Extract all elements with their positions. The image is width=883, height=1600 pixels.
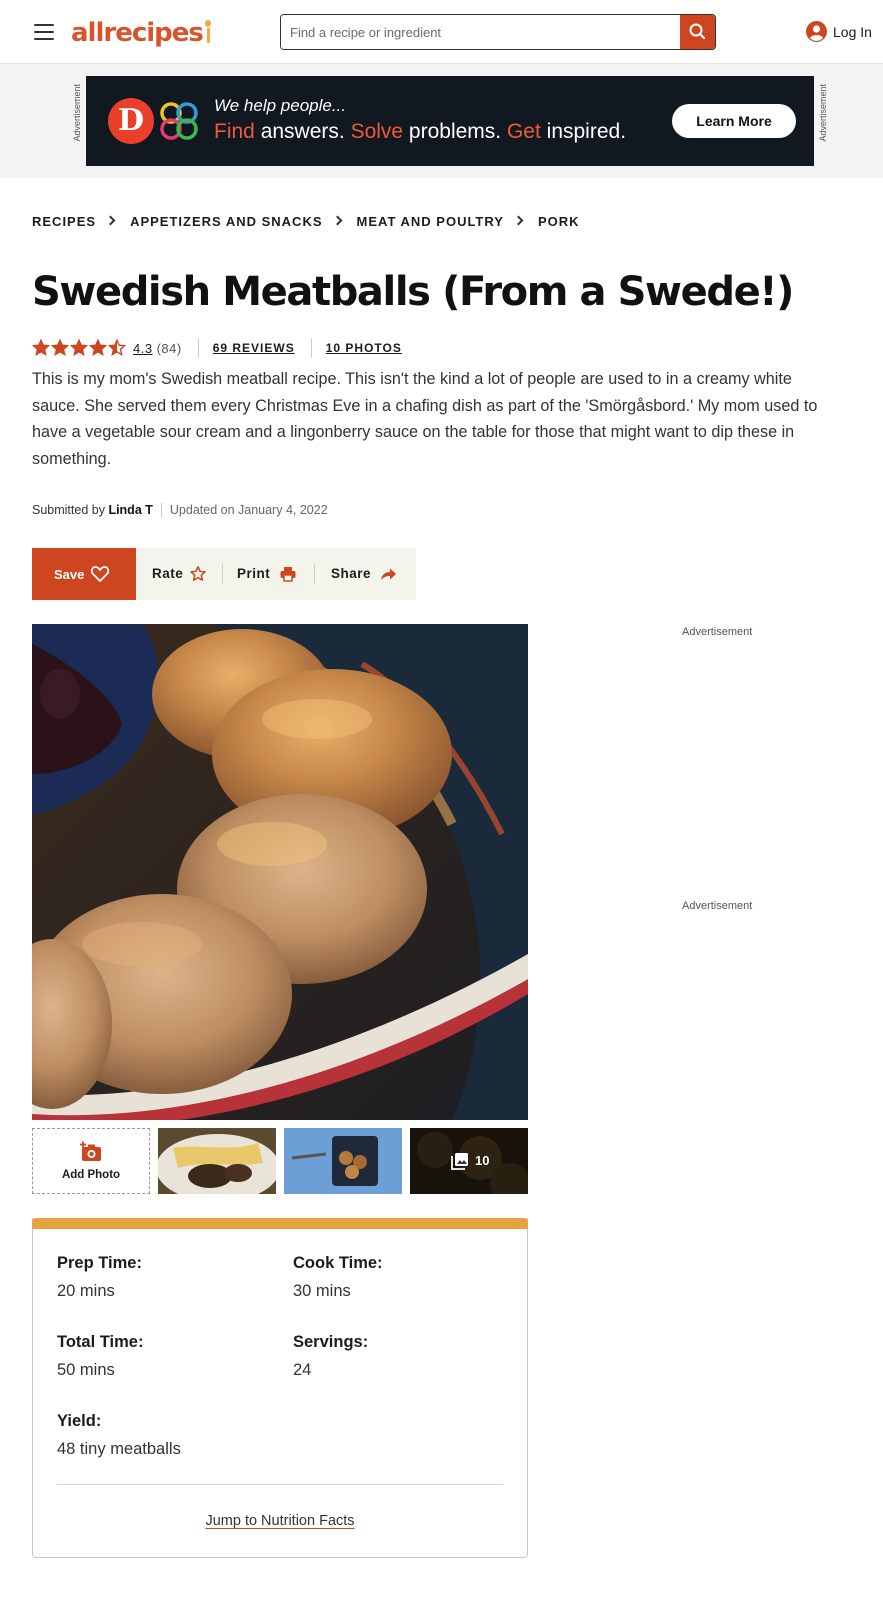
menu-icon[interactable]: [34, 24, 54, 40]
yield: Yield: 48 tiny meatballs: [57, 1412, 181, 1459]
reviews-link[interactable]: 69 REVIEWS: [213, 341, 295, 355]
recipe-photo[interactable]: [32, 624, 528, 1120]
printer-icon: [280, 567, 296, 582]
divider: [160, 503, 162, 519]
print-label: Print: [237, 566, 271, 581]
author-link[interactable]: Linda T: [108, 503, 152, 517]
more-photos-overlay: [410, 1128, 528, 1194]
details-accent-bar: [32, 1218, 528, 1229]
thumbnail-image: [158, 1128, 276, 1194]
cook-time-label: Cook Time:: [293, 1254, 383, 1272]
ad-headline: Find answers. Solve problems. Get inspir…: [214, 120, 627, 143]
action-bar: Save Rate Print Share: [32, 548, 416, 600]
servings: Servings: 24: [293, 1333, 368, 1380]
user-icon: [806, 21, 827, 42]
breadcrumb: RECIPES APPETIZERS AND SNACKS MEAT AND POU…: [32, 213, 580, 231]
ad-learn-more-button[interactable]: Learn More: [672, 104, 796, 138]
breadcrumb-pork[interactable]: PORK: [538, 214, 580, 229]
total-time: Total Time: 50 mins: [57, 1333, 143, 1380]
ad-tagline: We help people...: [214, 96, 346, 115]
recipe-details-card: Prep Time: 20 mins Cook Time: 30 mins To…: [32, 1218, 528, 1558]
search-input[interactable]: [281, 15, 681, 49]
star-rating[interactable]: [32, 338, 127, 357]
servings-label: Servings:: [293, 1333, 369, 1351]
star-icon: [51, 338, 69, 356]
ad-brand-logo-icon: D: [108, 98, 154, 144]
page-title: Swedish Meatballs (From a Swede!): [32, 269, 794, 315]
ad-banner[interactable]: D We help people... Find answers. Solve …: [86, 76, 814, 166]
thumbnail-more-photos[interactable]: 10: [410, 1128, 528, 1194]
star-icon: [89, 338, 107, 356]
star-outline-icon: [190, 566, 206, 581]
search-bar: [280, 14, 716, 50]
total-time-value: 50 mins: [57, 1361, 115, 1379]
divider: [310, 338, 312, 358]
more-photos-count: 10: [475, 1153, 490, 1168]
yield-label: Yield:: [57, 1412, 102, 1430]
photos-link[interactable]: 10 PHOTOS: [326, 341, 402, 355]
divider: [57, 1484, 503, 1485]
divider: [197, 338, 199, 358]
servings-value: 24: [293, 1361, 312, 1379]
updated-date: Updated on January 4, 2022: [169, 503, 328, 517]
star-icon: [70, 338, 88, 356]
share-button[interactable]: Share: [315, 548, 415, 600]
ad-label-right: Advertisement: [818, 84, 828, 142]
rating-count: (84): [156, 340, 182, 356]
logo-text: allrecipes: [71, 18, 204, 48]
thumbnail-photo-2[interactable]: [284, 1128, 402, 1194]
jump-to-nutrition-link[interactable]: Jump to Nutrition Facts: [33, 1513, 527, 1529]
login-label: Log In: [833, 24, 872, 40]
ad-knot-logo-icon: [160, 102, 198, 140]
site-header: allrecipes Log In: [0, 0, 883, 64]
byline-prefix: Submitted by: [32, 503, 109, 517]
allrecipes-logo[interactable]: allrecipes: [71, 18, 213, 48]
chevron-right-icon: [105, 215, 116, 226]
chevron-right-icon: [513, 215, 524, 226]
chevron-right-icon: [332, 215, 342, 226]
save-button[interactable]: Save: [32, 548, 136, 600]
ad-label-left: Advertisement: [72, 84, 82, 142]
share-arrow-icon: [381, 568, 396, 580]
camera-plus-icon: [80, 1141, 101, 1161]
breadcrumb-recipes[interactable]: RECIPES: [32, 214, 96, 229]
side-ad-label-2: Advertisement: [682, 900, 753, 912]
logo-spoon-icon: [203, 18, 213, 48]
prep-time: Prep Time: 20 mins: [57, 1254, 142, 1301]
rate-button[interactable]: Rate: [136, 548, 224, 600]
side-ad-label-1: Advertisement: [682, 626, 753, 638]
rating-value[interactable]: 4.3: [133, 341, 153, 356]
star-icon: [108, 338, 126, 356]
recipe-description: This is my mom's Swedish meatball recipe…: [32, 370, 818, 468]
total-time-label: Total Time:: [57, 1333, 144, 1351]
thumbnail-image: [284, 1128, 402, 1194]
prep-time-value: 20 mins: [57, 1282, 115, 1300]
cook-time: Cook Time: 30 mins: [293, 1254, 383, 1301]
top-ad-strip: Advertisement D We help people... Find a…: [0, 64, 883, 178]
photo-thumbnails: Add Photo 10: [32, 1128, 528, 1194]
breadcrumb-meat-poultry[interactable]: MEAT AND POULTRY: [357, 214, 504, 229]
cook-time-value: 30 mins: [293, 1282, 351, 1300]
byline: Submitted by Linda T Updated on January 4…: [32, 503, 328, 519]
share-label: Share: [331, 566, 372, 581]
breadcrumb-appetizers[interactable]: APPETIZERS AND SNACKS: [130, 214, 322, 229]
add-photo-label: Add Photo: [61, 1169, 121, 1181]
rate-label: Rate: [152, 566, 184, 581]
search-button[interactable]: [680, 15, 715, 49]
search-icon: [689, 23, 706, 40]
yield-value: 48 tiny meatballs: [57, 1440, 181, 1458]
add-photo-button[interactable]: Add Photo: [32, 1128, 150, 1194]
heart-icon: [90, 566, 110, 582]
gallery-icon: [451, 1153, 468, 1170]
rating-row: 4.3 (84) 69 REVIEWS 10 PHOTOS: [32, 338, 402, 358]
print-button[interactable]: Print: [223, 548, 313, 600]
thumbnail-photo-1[interactable]: [158, 1128, 276, 1194]
prep-time-label: Prep Time:: [57, 1254, 142, 1272]
star-icon: [32, 338, 50, 356]
meatballs-photo-illustration: [32, 624, 528, 1120]
save-label: Save: [54, 567, 85, 582]
